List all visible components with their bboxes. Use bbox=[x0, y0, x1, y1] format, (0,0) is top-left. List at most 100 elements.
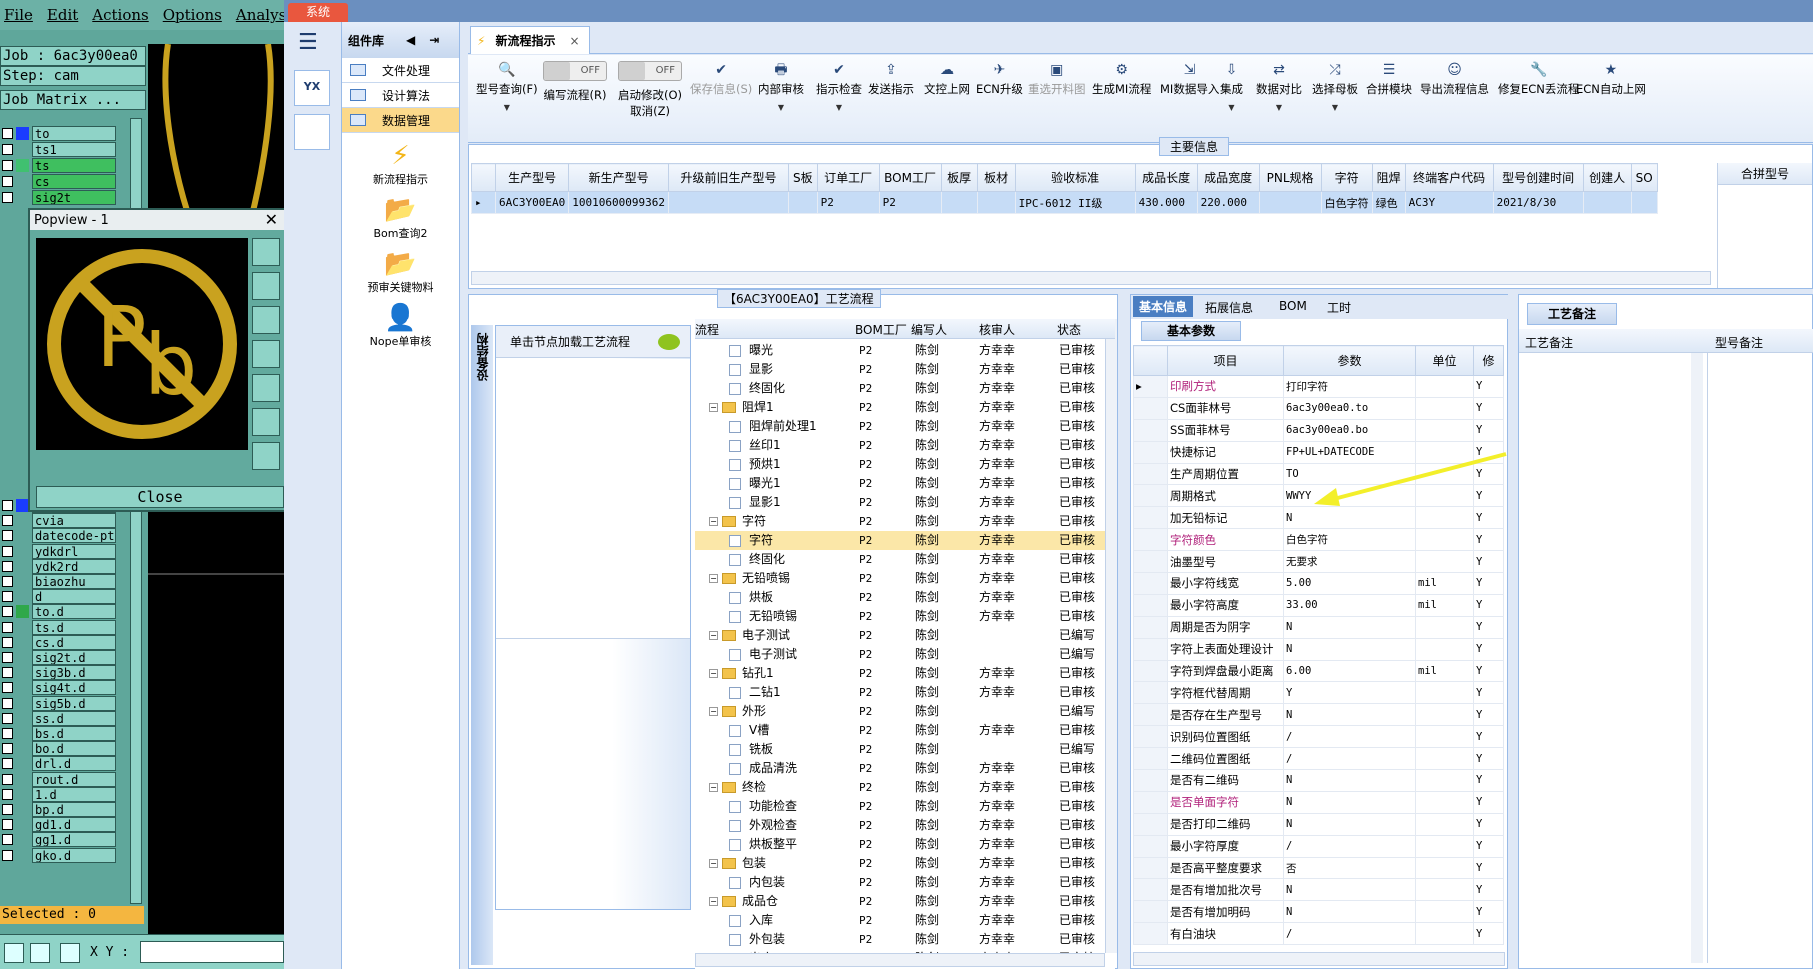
param-value[interactable]: FP+UL+DATECODE bbox=[1283, 440, 1416, 464]
param-value[interactable]: / bbox=[1283, 922, 1416, 946]
collapse-icon[interactable]: − bbox=[709, 707, 718, 716]
toolbar-button-2[interactable]: OFF 启动修改(O) 取消(Z) bbox=[618, 61, 682, 119]
tree-row[interactable]: 铣板 P2 陈剑 已编写 bbox=[695, 740, 1115, 759]
layer-row[interactable]: biaozhu bbox=[0, 574, 128, 589]
menu-edit[interactable]: Edit bbox=[47, 6, 78, 24]
tree-row[interactable]: 入库 P2 陈剑 方幸幸 已审核 bbox=[695, 911, 1115, 930]
layer-checkbox[interactable] bbox=[2, 849, 13, 861]
table-row[interactable]: 生产周期位置 TO Y bbox=[1133, 462, 1504, 486]
param-value[interactable]: N bbox=[1283, 812, 1416, 836]
layer-checkbox[interactable] bbox=[2, 515, 13, 527]
table-row[interactable]: SS面菲林号 6ac3y00ea0.bo Y bbox=[1133, 418, 1504, 442]
yx-app-icon[interactable]: YX bbox=[294, 70, 330, 106]
layer-row[interactable]: rout.d bbox=[0, 771, 128, 787]
tree-row[interactable]: 丝印1 P2 陈剑 方幸幸 已审核 bbox=[695, 436, 1115, 455]
col-header[interactable]: 新生产型号 bbox=[568, 163, 669, 192]
tree-horizontal-scrollbar[interactable] bbox=[695, 953, 1105, 967]
layer-row[interactable]: ts1 bbox=[0, 142, 128, 157]
layer-checkbox[interactable] bbox=[2, 788, 13, 800]
equipment-structure-tab[interactable]: 设备结构 bbox=[471, 325, 493, 965]
row-header[interactable] bbox=[1133, 769, 1168, 792]
table-row[interactable]: 最小字符厚度 / Y bbox=[1133, 834, 1504, 858]
horizontal-scrollbar[interactable] bbox=[471, 271, 1711, 285]
tool-key-material[interactable]: 📂 预审关键物料 bbox=[342, 249, 459, 295]
table-row[interactable]: 最小字符线宽 5.00 mil Y bbox=[1133, 572, 1504, 595]
popview-close-button[interactable]: Close bbox=[36, 486, 284, 508]
param-value[interactable]: N bbox=[1283, 637, 1416, 661]
job-matrix-button[interactable]: Job Matrix ... bbox=[0, 90, 146, 110]
col-header[interactable]: 阻焊 bbox=[1371, 163, 1406, 192]
table-row[interactable]: 周期是否为阴字 N Y bbox=[1133, 615, 1504, 639]
param-value[interactable]: Y bbox=[1283, 681, 1416, 705]
collapse-icon[interactable]: − bbox=[709, 631, 718, 640]
tree-row[interactable]: 无铅喷锡 P2 陈剑 方幸幸 已审核 bbox=[695, 607, 1115, 626]
layer-checkbox[interactable] bbox=[2, 591, 13, 603]
xy-input[interactable] bbox=[140, 941, 284, 963]
layer-checkbox[interactable] bbox=[2, 621, 13, 633]
nav-data-management[interactable]: 数据管理 bbox=[342, 108, 459, 133]
table-row[interactable]: 字符上表面处理设计 N Y bbox=[1133, 637, 1504, 661]
chevron-down-icon[interactable]: ▼ bbox=[1256, 103, 1302, 112]
collapse-icon[interactable]: − bbox=[709, 403, 718, 412]
layer-row[interactable]: ts.d bbox=[0, 619, 128, 635]
tab-basic-info[interactable]: 基本信息 bbox=[1133, 296, 1194, 317]
layer-row[interactable]: gd1.d bbox=[0, 817, 128, 833]
tree-row[interactable]: − 外形 P2 陈剑 已编写 bbox=[695, 702, 1115, 721]
table-row[interactable]: 是否有增加批次号 N Y bbox=[1133, 878, 1504, 902]
collapse-icon[interactable]: − bbox=[709, 574, 718, 583]
row-header[interactable] bbox=[1133, 440, 1168, 464]
toolbar-button-18[interactable]: ★ ECN自动上网 bbox=[1576, 61, 1646, 97]
layer-row[interactable]: bp.d bbox=[0, 802, 128, 817]
row-header[interactable] bbox=[1133, 834, 1168, 858]
row-header[interactable] bbox=[1133, 900, 1168, 924]
layer-checkbox[interactable] bbox=[2, 606, 13, 618]
tree-row[interactable]: 曝光1 P2 陈剑 方幸幸 已审核 bbox=[695, 474, 1115, 493]
col-header[interactable]: 板厚 bbox=[940, 163, 978, 192]
layer-row[interactable]: bo.d bbox=[0, 741, 128, 757]
table-row[interactable]: 字符框代替周期 Y Y bbox=[1133, 681, 1504, 705]
col-header[interactable]: 升级前旧生产型号 bbox=[667, 163, 789, 192]
row-header[interactable] bbox=[1133, 856, 1168, 880]
grid-tool-icon[interactable] bbox=[60, 943, 80, 963]
col-header[interactable]: 板材 bbox=[976, 163, 1016, 192]
toolbar-button-10[interactable]: ⚙ 生成MI流程 bbox=[1092, 61, 1151, 97]
toolbar-button-16[interactable]: ☺ 导出流程信息 bbox=[1420, 61, 1489, 97]
tree-row[interactable]: − 阻焊1 P2 陈剑 方幸幸 已审核 bbox=[695, 398, 1115, 417]
row-header[interactable]: ▸ bbox=[1133, 375, 1168, 398]
tree-row[interactable]: − 无铅喷锡 P2 陈剑 方幸幸 已审核 bbox=[695, 569, 1115, 588]
param-value[interactable]: / bbox=[1283, 834, 1416, 858]
layer-row[interactable]: bs.d bbox=[0, 726, 128, 741]
layer-checkbox[interactable] bbox=[2, 773, 13, 785]
process-notes-tab[interactable]: 工艺备注 bbox=[1527, 303, 1617, 325]
param-value[interactable]: 无要求 bbox=[1283, 550, 1416, 574]
row-header[interactable] bbox=[1133, 922, 1168, 946]
param-value[interactable]: / bbox=[1283, 725, 1416, 749]
layer-row[interactable]: ss.d bbox=[0, 710, 128, 726]
layer-checkbox[interactable] bbox=[2, 128, 13, 139]
layer-row[interactable]: drl.d bbox=[0, 756, 128, 772]
param-value[interactable]: 否 bbox=[1283, 856, 1416, 880]
collapse-left-icon[interactable]: ◀ bbox=[406, 33, 415, 47]
row-header[interactable] bbox=[1133, 550, 1168, 574]
chevron-down-icon[interactable]: ▼ bbox=[758, 103, 804, 112]
param-value[interactable]: N bbox=[1283, 615, 1416, 639]
tree-row[interactable]: − 包装 P2 陈剑 方幸幸 已审核 bbox=[695, 854, 1115, 873]
nav-file-processing[interactable]: 文件处理 bbox=[342, 58, 459, 83]
layer-checkbox[interactable] bbox=[2, 576, 13, 587]
zoom-in-icon[interactable] bbox=[252, 408, 280, 436]
layer-checkbox[interactable] bbox=[2, 636, 13, 648]
toolbar-button-15[interactable]: ☰ 合拼模块 bbox=[1366, 61, 1412, 97]
layer-checkbox[interactable] bbox=[2, 712, 13, 724]
toolbar-button-4[interactable]: 🖶 内部审核 ▼ bbox=[758, 61, 804, 112]
layer-row[interactable]: sig2t bbox=[0, 190, 128, 205]
tree-row[interactable]: 烘板 P2 陈剑 方幸幸 已审核 bbox=[695, 588, 1115, 607]
tree-row[interactable]: 显影1 P2 陈剑 方幸幸 已审核 bbox=[695, 493, 1115, 512]
row-header[interactable] bbox=[1133, 681, 1168, 705]
table-row[interactable]: 是否高平整度要求否 Y bbox=[1133, 856, 1504, 880]
layer-checkbox[interactable] bbox=[2, 176, 13, 187]
layer-row[interactable]: to.d bbox=[0, 604, 128, 620]
param-value[interactable]: / bbox=[1283, 747, 1416, 771]
param-value[interactable]: N bbox=[1283, 506, 1416, 530]
table-row[interactable]: 是否有二维码 N Y bbox=[1133, 769, 1504, 792]
collapse-icon[interactable]: − bbox=[709, 669, 718, 678]
